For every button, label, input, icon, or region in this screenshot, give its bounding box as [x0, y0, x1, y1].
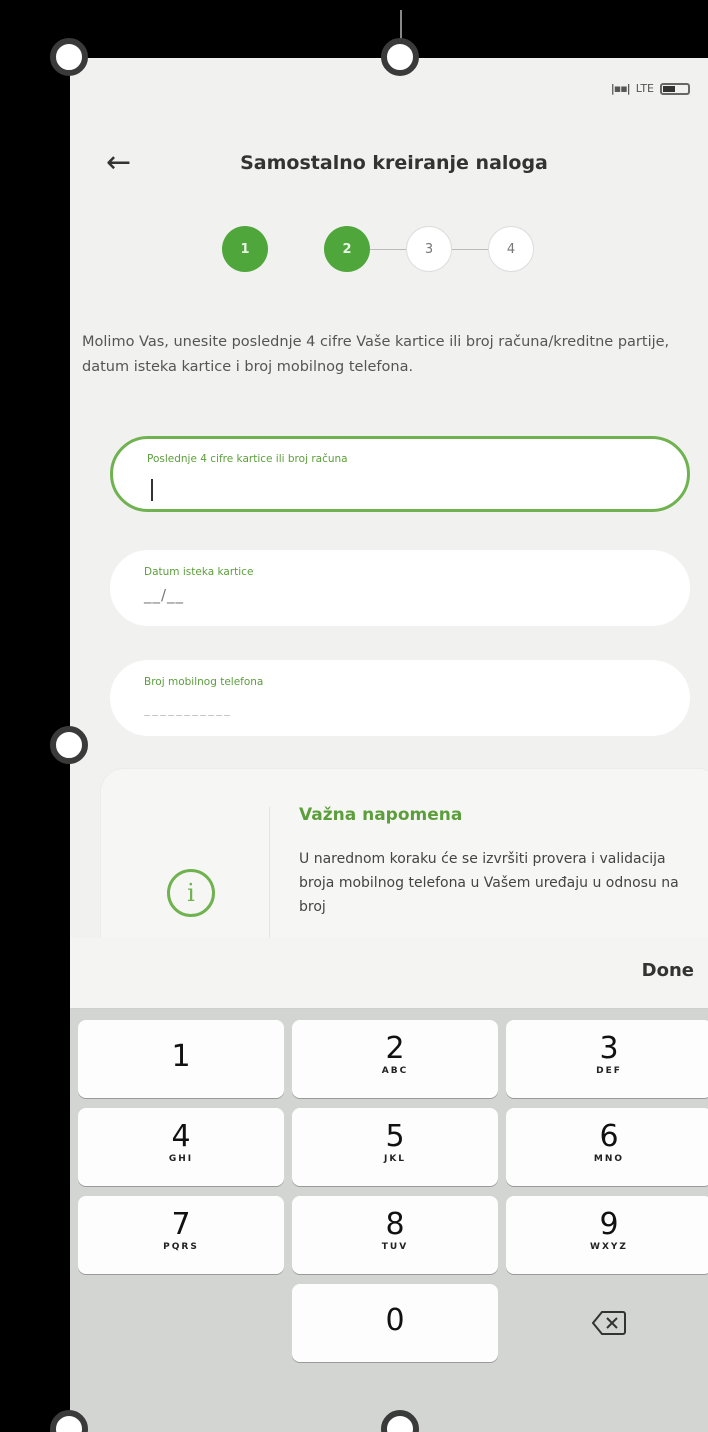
- expiry-date-placeholder: __/__: [144, 586, 185, 604]
- screenshot-stage: |▪▪| LTE ← Samostalno kreiranje naloga 1…: [0, 0, 708, 1432]
- phone-number-label: Broj mobilnog telefona: [144, 676, 264, 688]
- crop-handle-top-left[interactable]: [50, 38, 88, 76]
- note-title: Važna napomena: [299, 805, 463, 825]
- phone-number-field[interactable]: Broj mobilnog telefona ___________: [110, 660, 690, 736]
- key-7[interactable]: 7 PQRS: [78, 1196, 284, 1274]
- key-8[interactable]: 8 TUV: [292, 1196, 498, 1274]
- crop-handle-middle-left[interactable]: [50, 726, 88, 764]
- numeric-keyboard: Done 1 2 ABC 3 DEF 4 GHI 5 JKL 6 MNO 7 P…: [70, 938, 708, 1432]
- note-text: U narednom koraku će se izvršiti provera…: [299, 851, 679, 915]
- expiry-date-label: Datum isteka kartice: [144, 566, 254, 578]
- backspace-icon[interactable]: [506, 1284, 708, 1362]
- expiry-date-field[interactable]: Datum isteka kartice __/__: [110, 550, 690, 626]
- step-4: 4: [488, 226, 534, 272]
- step-connector: [452, 248, 488, 250]
- step-connector: [370, 248, 406, 250]
- key-4[interactable]: 4 GHI: [78, 1108, 284, 1186]
- key-9[interactable]: 9 WXYZ: [506, 1196, 708, 1274]
- key-1[interactable]: 1: [78, 1020, 284, 1098]
- card-or-account-field[interactable]: Poslednje 4 cifre kartice ili broj račun…: [110, 436, 690, 512]
- key-0[interactable]: 0: [292, 1284, 498, 1362]
- intro-text: Molimo Vas, unesite poslednje 4 cifre Va…: [82, 334, 670, 375]
- key-2[interactable]: 2 ABC: [292, 1020, 498, 1098]
- keyboard-toolbar: Done: [70, 938, 708, 1009]
- phone-screen: |▪▪| LTE ← Samostalno kreiranje naloga 1…: [70, 58, 708, 1432]
- phone-number-placeholder: ___________: [144, 702, 232, 716]
- step-2: 2: [324, 226, 370, 272]
- done-button[interactable]: Done: [642, 960, 694, 981]
- header: ← Samostalno kreiranje naloga: [70, 148, 708, 188]
- signal-icon: |▪▪|: [610, 82, 631, 95]
- step-1: 1: [222, 226, 268, 272]
- crop-handle-top-center[interactable]: [381, 38, 419, 76]
- key-6[interactable]: 6 MNO: [506, 1108, 708, 1186]
- text-caret: [151, 479, 153, 501]
- info-icon: i: [167, 869, 215, 917]
- crop-guide-line: [400, 10, 402, 40]
- step-3: 3: [406, 226, 452, 272]
- network-type: LTE: [635, 82, 654, 95]
- battery-icon: [660, 82, 690, 95]
- page-title: Samostalno kreiranje naloga: [240, 152, 548, 174]
- key-3[interactable]: 3 DEF: [506, 1020, 708, 1098]
- card-or-account-label: Poslednje 4 cifre kartice ili broj račun…: [147, 453, 348, 465]
- key-5[interactable]: 5 JKL: [292, 1108, 498, 1186]
- progress-stepper: 1 2 3 4: [222, 226, 534, 272]
- status-bar: |▪▪| LTE: [611, 82, 690, 95]
